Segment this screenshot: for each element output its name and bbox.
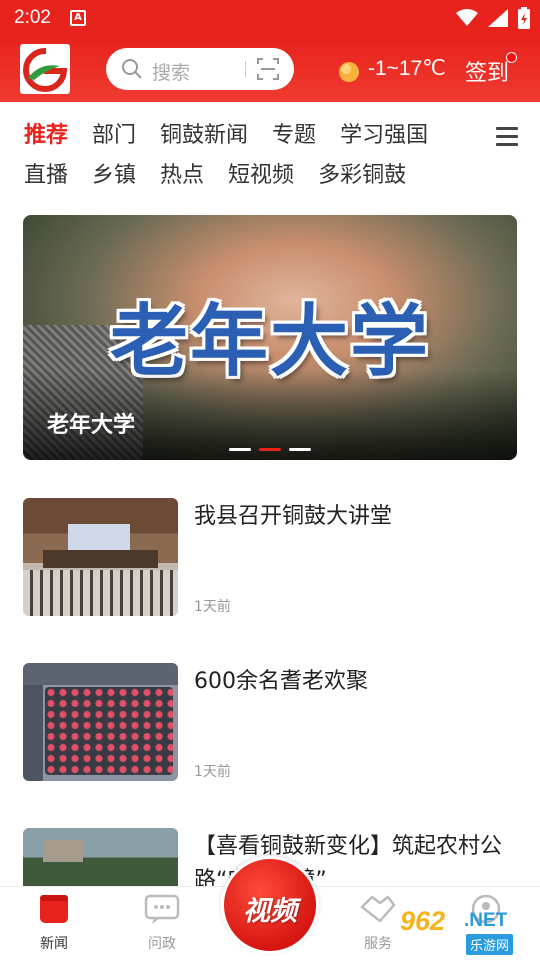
video-tab-label: 视频 [243, 896, 297, 927]
channel-tuijian[interactable]: 推荐 [24, 117, 68, 149]
banner-caption: 老年大学 [47, 413, 136, 438]
tab-wenzheng[interactable]: 问政 [127, 893, 197, 953]
letter-a-icon: A [70, 10, 86, 26]
signin-badge-dot [506, 52, 517, 63]
weather-temperature: -1~17℃ [368, 57, 446, 80]
video-tab-button[interactable]: 视频 [221, 856, 319, 954]
watermark-number: 962 [400, 906, 446, 936]
battery-icon [518, 7, 530, 29]
status-bar: 2:02 A [0, 0, 540, 36]
tab-news[interactable]: 新闻 [19, 893, 89, 953]
app-header: 搜索 -1~17℃ 签到 [0, 36, 540, 102]
handshake-tab-icon [360, 895, 396, 923]
tab-news-label: 新闻 [40, 936, 68, 952]
wifi-icon [456, 9, 478, 26]
channel-xiangzhen[interactable]: 乡镇 [92, 157, 136, 189]
news-thumbnail [23, 498, 178, 616]
news-thumbnail [23, 663, 178, 781]
banner-indicator [229, 448, 311, 451]
channel-zhuanti[interactable]: 专题 [272, 117, 316, 149]
channel-row-1: 推荐 部门 铜鼓新闻 专题 学习强国 [24, 113, 484, 153]
news-title: 600余名耆老欢聚 [194, 669, 368, 694]
channel-row-2: 直播 乡镇 热点 短视频 多彩铜鼓 [24, 153, 484, 193]
news-item[interactable]: 600余名耆老欢聚 1天前 [23, 663, 517, 783]
channel-short-video[interactable]: 短视频 [228, 157, 294, 189]
menu-icon[interactable] [496, 127, 518, 151]
news-tab-icon [40, 895, 68, 923]
channel-nav: 推荐 部门 铜鼓新闻 专题 学习强国 直播 乡镇 热点 短视频 多彩铜鼓 [24, 113, 484, 193]
banner-carousel[interactable]: 老年大学 老年大学 [23, 215, 517, 460]
news-title: 我县召开铜鼓大讲堂 [194, 504, 393, 529]
search-divider [245, 61, 246, 77]
app-logo[interactable] [20, 44, 70, 94]
weather-sun-icon [339, 62, 359, 82]
logo-icon [23, 48, 68, 92]
banner-dot-3 [289, 448, 311, 451]
tab-wenzheng-label: 问政 [148, 936, 176, 952]
watermark-sub: 乐游网 [466, 934, 514, 955]
channel-tonggu-news[interactable]: 铜鼓新闻 [160, 117, 248, 149]
chat-tab-icon [144, 894, 180, 924]
banner-dot-2 [259, 448, 281, 451]
watermark-logo: 962 .NET 乐游网 [400, 900, 536, 956]
channel-redian[interactable]: 热点 [160, 157, 204, 189]
banner-dot-1 [229, 448, 251, 451]
search-icon [122, 59, 142, 79]
search-bar[interactable]: 搜索 [106, 48, 294, 90]
watermark-net: .NET [464, 910, 508, 931]
scan-icon[interactable] [256, 57, 280, 81]
news-time: 1天前 [194, 764, 231, 780]
channel-duocai[interactable]: 多彩铜鼓 [318, 157, 406, 189]
status-icons [456, 6, 530, 30]
status-time: 2:02 [14, 7, 51, 28]
signin-button[interactable]: 签到 [465, 55, 509, 87]
channel-xuexi[interactable]: 学习强国 [340, 117, 428, 149]
channel-bumen[interactable]: 部门 [92, 117, 136, 149]
channel-zhibo[interactable]: 直播 [24, 157, 68, 189]
signal-icon [488, 9, 508, 27]
search-input[interactable]: 搜索 [152, 58, 190, 85]
news-time: 1天前 [194, 599, 231, 615]
news-item[interactable]: 我县召开铜鼓大讲堂 1天前 [23, 498, 517, 618]
